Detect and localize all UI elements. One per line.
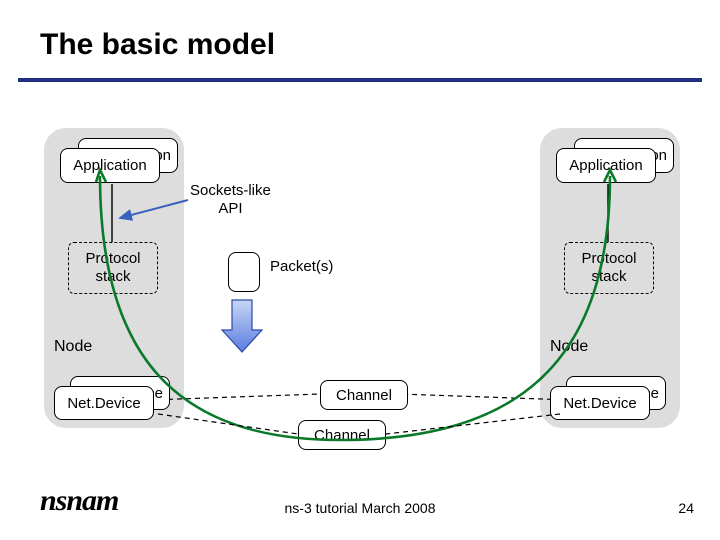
node-label-left: Node — [54, 338, 92, 356]
footer-text: ns-3 tutorial March 2008 — [0, 500, 720, 516]
application-box-left: Application — [60, 148, 160, 183]
channel-box-bottom: Channel — [298, 420, 386, 450]
packets-label: Packet(s) — [270, 258, 333, 276]
channel-box-top: Channel — [320, 380, 408, 410]
sockets-label: Sockets-like API — [190, 182, 271, 218]
netdevice-box-left: Net.Device — [54, 386, 154, 420]
title-rule — [18, 78, 702, 82]
packet-box — [228, 252, 260, 292]
protocol-stack-right: Protocol stack — [564, 242, 654, 294]
protocol-stack-left: Protocol stack — [68, 242, 158, 294]
node-label-right: Node — [550, 338, 588, 356]
page-number: 24 — [678, 500, 694, 516]
netdevice-box-right: Net.Device — [550, 386, 650, 420]
page-title: The basic model — [40, 28, 275, 62]
application-box-right: Application — [556, 148, 656, 183]
